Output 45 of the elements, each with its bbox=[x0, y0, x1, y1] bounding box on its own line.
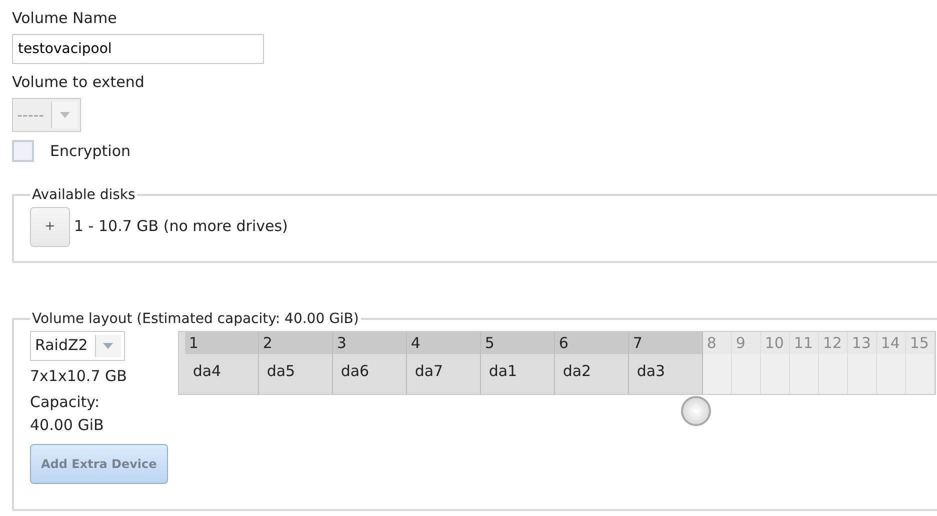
column-number: 5 bbox=[480, 332, 554, 354]
column-number: 3 bbox=[332, 332, 406, 354]
disk-info: 1 - 10.7 GB (no more drives) bbox=[74, 216, 288, 238]
disk-name: da5 bbox=[266, 360, 296, 382]
disk-name: da7 bbox=[414, 360, 444, 382]
field-label: Volume to extend bbox=[12, 72, 146, 92]
disk-column[interactable]: 1 da4 bbox=[184, 332, 259, 394]
panel-legend: Volume layout (Estimated capacity: 40.00 GiB) bbox=[30, 310, 361, 326]
column-number: 11 bbox=[790, 332, 818, 354]
column-number: 15 bbox=[906, 332, 934, 354]
add-disk-button[interactable]: + bbox=[30, 206, 70, 246]
resize-handle[interactable] bbox=[680, 396, 711, 426]
panel-legend: Available disks bbox=[30, 186, 138, 202]
column-number: 10 bbox=[760, 332, 789, 354]
disk-name: da4 bbox=[192, 360, 222, 382]
checkbox-label: Encryption bbox=[50, 141, 131, 162]
disk-column[interactable]: 7 da3 bbox=[628, 332, 703, 394]
capacity-label: Capacity: bbox=[30, 392, 101, 413]
column-number: 14 bbox=[876, 332, 905, 354]
disk-column[interactable]: 3 da6 bbox=[332, 332, 407, 394]
column-number: 6 bbox=[554, 332, 628, 354]
column-number: 13 bbox=[848, 332, 876, 354]
disk-name: da6 bbox=[340, 360, 370, 382]
column-number: 8 bbox=[702, 332, 731, 354]
name-field[interactable]: testovacipool bbox=[12, 34, 264, 64]
column-number: 7 bbox=[628, 332, 702, 354]
column-number: 2 bbox=[258, 332, 332, 354]
caret-icon bbox=[103, 342, 114, 348]
column-number: 9 bbox=[732, 332, 760, 354]
disk-column[interactable]: 5 da1 bbox=[480, 332, 555, 394]
caret-icon bbox=[60, 112, 70, 118]
encryption-checkbox[interactable] bbox=[12, 140, 34, 162]
disk-name: da2 bbox=[562, 360, 592, 382]
column-number: 12 bbox=[818, 332, 847, 354]
capacity-value: 40.00 GiB bbox=[30, 414, 105, 436]
disk-column[interactable]: 6 da2 bbox=[554, 332, 629, 394]
field-label: Volume Name bbox=[12, 8, 118, 28]
raid-select[interactable]: RaidZ2 bbox=[30, 330, 125, 360]
column-number: 1 bbox=[184, 332, 258, 354]
disks-summary: 7x1x10.7 GB bbox=[30, 366, 128, 386]
disk-name: da3 bbox=[636, 360, 666, 382]
disk-name: da1 bbox=[488, 360, 518, 382]
column-number: 4 bbox=[406, 332, 480, 354]
disk-column[interactable]: 4 da7 bbox=[406, 332, 481, 394]
disk-column[interactable]: 2 da5 bbox=[258, 332, 333, 394]
